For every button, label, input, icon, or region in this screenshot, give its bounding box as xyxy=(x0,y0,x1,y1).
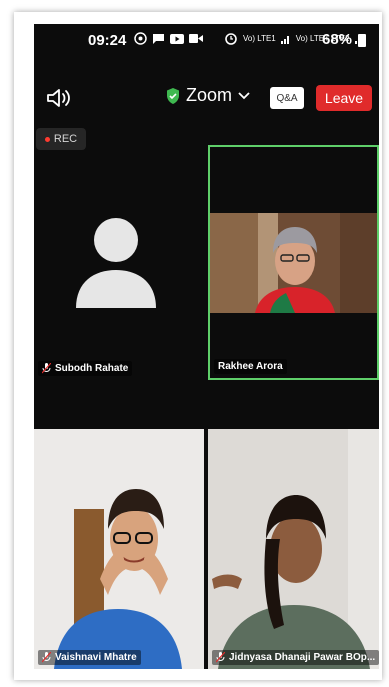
whatsapp-icon xyxy=(134,32,147,45)
status-time: 09:24 xyxy=(88,32,127,49)
participant-name-tag: Rakhee Arora xyxy=(214,359,287,374)
notification-icons xyxy=(134,32,203,45)
zoom-meeting-screen: 09:24 Vo) LTE1 Vo) LTE+ LTE2 68% Zoom Q&… xyxy=(34,24,379,669)
leave-button[interactable]: Leave xyxy=(316,85,372,111)
meeting-title: Zoom xyxy=(186,85,233,105)
participant-name-tag: Subodh Rahate xyxy=(38,361,133,376)
avatar-placeholder-icon xyxy=(76,218,156,308)
message-icon xyxy=(153,33,164,44)
participant-name: Subodh Rahate xyxy=(55,363,129,374)
video-icon xyxy=(189,34,203,43)
participant-tile[interactable]: Subodh Rahate xyxy=(34,164,206,380)
participant-video xyxy=(34,429,204,669)
rec-label: REC xyxy=(53,133,78,145)
qa-button[interactable]: Q&A xyxy=(270,87,304,109)
recording-indicator: REC xyxy=(36,128,86,150)
participant-name: Jidnyasa Dhanaji Pawar BOp... xyxy=(229,652,376,663)
participant-name: Rakhee Arora xyxy=(218,361,283,372)
battery-percent: 68% xyxy=(322,31,353,48)
shield-icon xyxy=(167,87,179,104)
mic-muted-icon xyxy=(216,652,225,663)
participant-tile-active[interactable]: Rakhee Arora xyxy=(208,145,379,380)
meeting-top-bar: Zoom Q&A Leave xyxy=(34,79,379,115)
alarm-icon xyxy=(225,33,237,45)
participant-name-tag: Jidnyasa Dhanaji Pawar BOp... xyxy=(212,650,379,665)
participant-video xyxy=(208,429,379,669)
record-dot-icon xyxy=(44,136,50,142)
status-bar: 09:24 Vo) LTE1 Vo) LTE+ LTE2 68% xyxy=(34,24,379,58)
youtube-icon xyxy=(170,33,184,44)
speaker-icon[interactable] xyxy=(46,87,72,109)
participant-name: Vaishnavi Mhatre xyxy=(55,652,137,663)
network-sim1: Vo) LTE1 xyxy=(243,34,276,43)
mic-muted-icon xyxy=(42,363,51,374)
chevron-down-icon xyxy=(238,91,250,99)
participant-tile[interactable]: Vaishnavi Mhatre xyxy=(34,429,204,669)
participant-name-tag: Vaishnavi Mhatre xyxy=(38,650,141,665)
participant-tile[interactable]: Jidnyasa Dhanaji Pawar BOp... xyxy=(208,429,379,669)
battery-icon xyxy=(358,34,366,47)
participant-video xyxy=(210,213,377,313)
mic-muted-icon xyxy=(42,652,51,663)
meeting-title-dropdown[interactable]: Zoom xyxy=(166,85,250,106)
signal-icon xyxy=(280,35,289,44)
